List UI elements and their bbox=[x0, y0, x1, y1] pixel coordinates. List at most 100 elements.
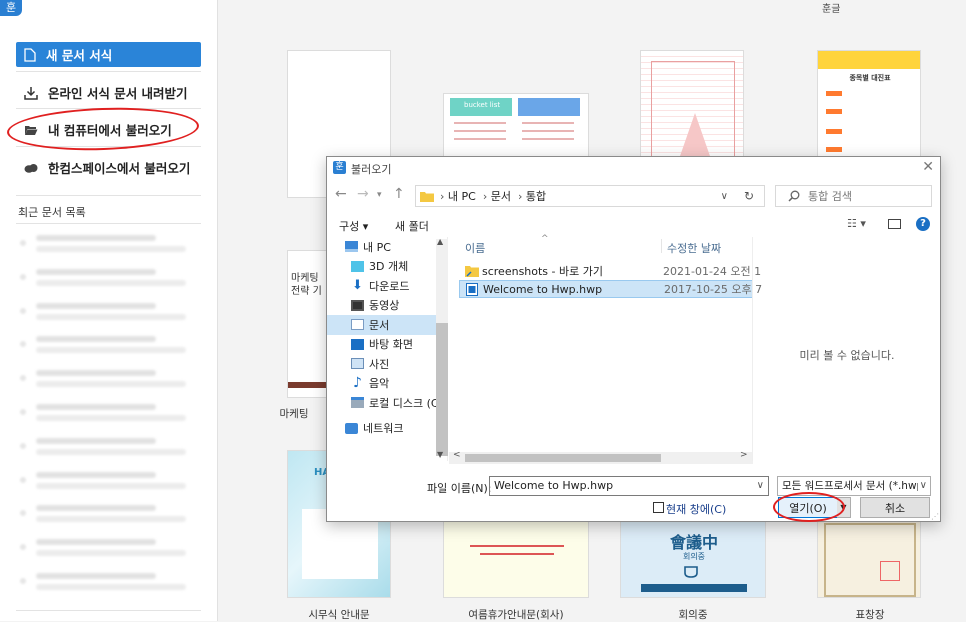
dialog-button-row: 현재 창에(C) 열기(O) ▼ 취소 bbox=[327, 492, 940, 522]
new-folder-button[interactable]: 새 폴더 bbox=[395, 218, 429, 234]
app-header-title: 훈글 bbox=[822, 4, 841, 15]
tree-item-desktop[interactable]: 바탕 화면 bbox=[327, 335, 447, 355]
breadcrumb-documents[interactable]: 문서 bbox=[491, 188, 511, 204]
file-type-chevron-icon: ∨ bbox=[917, 477, 927, 495]
template-card-tournament[interactable]: 종목별 대진표 bbox=[817, 50, 921, 160]
address-dropdown-chevron-icon[interactable]: ∨ bbox=[721, 191, 728, 202]
new-document-button[interactable]: 새 문서 서식 bbox=[16, 42, 201, 67]
recent-documents-list bbox=[18, 232, 203, 604]
coffee-cup-icon bbox=[684, 566, 698, 578]
breadcrumb-my-pc[interactable]: 내 PC bbox=[448, 188, 476, 204]
address-bar[interactable]: › 내 PC › 문서 › 통합 ∨ ↻ bbox=[415, 185, 765, 207]
file-list-scrollbar-thumb[interactable] bbox=[465, 454, 661, 462]
forward-arrow-icon[interactable]: → bbox=[357, 186, 369, 202]
preview-pane-icon[interactable] bbox=[888, 219, 901, 229]
network-icon bbox=[345, 422, 358, 434]
scroll-right-icon[interactable]: > bbox=[740, 450, 748, 460]
filename-dropdown-chevron-icon[interactable]: ∨ bbox=[757, 477, 764, 495]
recent-document-item[interactable] bbox=[18, 300, 203, 324]
marketing-subtitle: 전략 기 bbox=[291, 286, 322, 297]
filename-input[interactable]: Welcome to Hwp.hwp ∨ bbox=[489, 476, 769, 496]
bucket-list-title: bucket list bbox=[464, 101, 501, 109]
help-icon[interactable]: ? bbox=[916, 217, 930, 231]
video-icon bbox=[351, 299, 364, 311]
tree-scrollbar-thumb[interactable] bbox=[436, 323, 448, 456]
tree-item-music[interactable]: ♪ 음악 bbox=[327, 374, 447, 394]
tree-item-downloads[interactable]: ⬇ 다운로드 bbox=[327, 276, 447, 296]
tree-item-network[interactable]: 네트워크 bbox=[327, 419, 447, 439]
template-card-meeting[interactable]: 會議中 회의중 bbox=[620, 520, 766, 598]
app-logo: 훈 bbox=[0, 0, 22, 16]
recent-document-item[interactable] bbox=[18, 502, 203, 526]
folder-shortcut-icon bbox=[465, 266, 479, 277]
recent-document-item[interactable] bbox=[18, 401, 203, 425]
recent-document-item[interactable] bbox=[18, 435, 203, 459]
search-placeholder: 통합 검색 bbox=[808, 190, 852, 203]
current-window-label[interactable]: 현재 창에(C) bbox=[666, 501, 726, 517]
new-document-label: 새 문서 서식 bbox=[46, 48, 113, 63]
back-arrow-icon[interactable]: ← bbox=[335, 186, 347, 202]
recent-document-item[interactable] bbox=[18, 570, 203, 594]
christmas-tree-icon bbox=[679, 113, 711, 159]
file-row-welcome-hwp[interactable]: Welcome to Hwp.hwp 2017-10-25 오후 7 bbox=[459, 280, 762, 298]
preview-pane: 미리 볼 수 없습니다. bbox=[752, 237, 941, 461]
breadcrumb-integrated[interactable]: 통합 bbox=[526, 188, 546, 204]
template-card-summer-vacation[interactable] bbox=[443, 520, 589, 598]
preview-unavailable-text: 미리 볼 수 없습니다. bbox=[799, 349, 895, 362]
desktop-icon bbox=[351, 338, 364, 350]
refresh-icon[interactable]: ↻ bbox=[744, 189, 754, 203]
close-icon[interactable]: ✕ bbox=[922, 159, 934, 175]
organize-button[interactable]: 구성 ▾ bbox=[339, 218, 368, 234]
folder-icon bbox=[420, 191, 434, 202]
dialog-title: 불러오기 bbox=[351, 163, 392, 176]
template-caption-shimusik: 시무식 안내문 bbox=[308, 609, 370, 621]
tree-item-documents[interactable]: 문서 bbox=[327, 315, 447, 335]
recent-document-item[interactable] bbox=[18, 333, 203, 357]
scroll-down-icon[interactable]: ▼ bbox=[437, 450, 443, 459]
navigation-tree: 내 PC 3D 개체 ⬇ 다운로드 동영상 문서 바탕 화면 사진 ♪ 음악 로… bbox=[327, 237, 448, 461]
online-templates-button[interactable]: 온라인 서식 문서 내려받기 bbox=[16, 80, 201, 105]
navigation-row: ← → ▾ ↑ › 내 PC › 문서 › 통합 ∨ ↻ 통합 검색 bbox=[327, 183, 940, 209]
file-name: Welcome to Hwp.hwp bbox=[483, 282, 603, 296]
cloud-icon bbox=[24, 163, 38, 173]
scroll-left-icon[interactable]: < bbox=[453, 450, 461, 460]
recent-document-item[interactable] bbox=[18, 367, 203, 391]
column-header-name[interactable]: 이름 bbox=[465, 240, 485, 256]
view-options-icon[interactable]: ☷ ▾ bbox=[847, 217, 866, 230]
template-caption-award: 표창장 bbox=[855, 609, 885, 621]
new-document-icon bbox=[24, 47, 36, 62]
sort-chevron-icon: ^ bbox=[541, 234, 549, 244]
search-icon bbox=[788, 190, 800, 202]
template-caption-summer-vacation: 여름휴가안내문(회사) bbox=[468, 609, 564, 621]
recent-locations-chevron-icon[interactable]: ▾ bbox=[377, 190, 382, 200]
recent-document-item[interactable] bbox=[18, 469, 203, 493]
recent-document-item[interactable] bbox=[18, 536, 203, 560]
open-from-hancom-space-button[interactable]: 한컴스페이스에서 불러오기 bbox=[16, 155, 201, 180]
file-row-screenshots-shortcut[interactable]: screenshots - 바로 가기 2021-01-24 오전 1 bbox=[459, 262, 761, 280]
online-templates-label: 온라인 서식 문서 내려받기 bbox=[48, 86, 188, 101]
recent-document-item[interactable] bbox=[18, 266, 203, 290]
resize-grip-icon[interactable]: ⋰ bbox=[931, 512, 939, 521]
tree-item-pictures[interactable]: 사진 bbox=[327, 354, 447, 374]
file-name: screenshots - 바로 가기 bbox=[482, 265, 603, 278]
dialog-titlebar[interactable]: 훈 불러오기 ✕ bbox=[327, 157, 940, 179]
template-card-bucket-list[interactable]: bucket list bbox=[443, 93, 589, 159]
recent-document-item[interactable] bbox=[18, 232, 203, 256]
filename-label: 파일 이름(N): bbox=[427, 482, 492, 495]
template-card-award[interactable] bbox=[817, 520, 921, 598]
tree-item-local-disk[interactable]: 로컬 디스크 (C:) bbox=[327, 393, 447, 413]
file-type-value: 모든 워드프로세서 문서 (*.hwp bbox=[782, 480, 924, 492]
tree-item-my-pc[interactable]: 내 PC bbox=[327, 237, 447, 257]
template-caption-meeting: 회의중 bbox=[678, 609, 708, 621]
column-header-modified[interactable]: 수정한 날짜 bbox=[667, 240, 721, 256]
tree-item-3d-objects[interactable]: 3D 개체 bbox=[327, 257, 447, 277]
tree-scroll-up-icon[interactable]: ▲ bbox=[437, 237, 443, 246]
tree-item-videos[interactable]: 동영상 bbox=[327, 296, 447, 316]
template-card-christmas[interactable] bbox=[640, 50, 744, 160]
cancel-button[interactable]: 취소 bbox=[860, 497, 930, 518]
up-arrow-icon[interactable]: ↑ bbox=[393, 186, 405, 202]
download-arrow-icon: ⬇ bbox=[352, 278, 363, 294]
filename-row: 파일 이름(N): Welcome to Hwp.hwp ∨ 모든 워드프로세서… bbox=[327, 475, 940, 499]
current-window-checkbox[interactable] bbox=[653, 502, 664, 513]
search-box[interactable]: 통합 검색 bbox=[775, 185, 932, 207]
